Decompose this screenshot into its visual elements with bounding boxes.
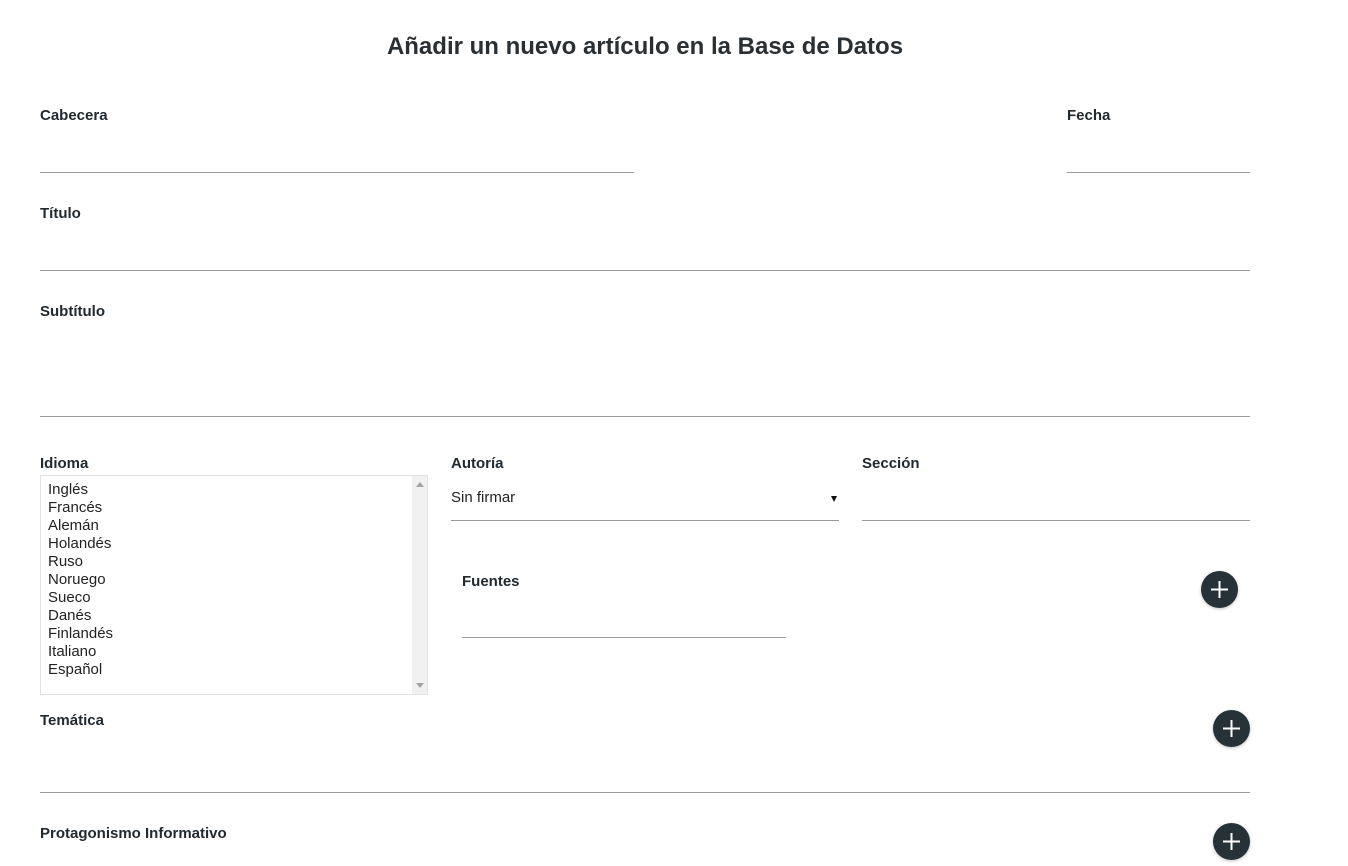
subtitulo-label: Subtítulo [40,303,105,320]
plus-icon [1223,833,1240,850]
seccion-label: Sección [862,455,920,472]
plus-icon [1223,720,1240,737]
tematica-input[interactable] [40,753,1250,793]
idioma-listbox[interactable]: Inglés Francés Alemán Holandés Ruso Noruego Su… [40,475,428,695]
scroll-down-icon[interactable] [416,683,424,688]
idioma-label: Idioma [40,455,89,472]
protagonismo-label: Protagonismo Informativo [40,825,227,842]
idioma-option[interactable]: Noruego [48,571,113,589]
idioma-option[interactable]: Alemán [48,517,113,535]
tematica-label: Temática [40,712,104,729]
idioma-option[interactable]: Inglés [48,481,113,499]
fuentes-input[interactable] [462,598,786,638]
idioma-option[interactable]: Sueco [48,589,113,607]
fuentes-label: Fuentes [462,573,520,590]
fecha-label: Fecha [1067,107,1111,124]
autoria-select[interactable]: Sin firmar [451,480,839,521]
titulo-input[interactable] [40,231,1250,271]
fecha-input[interactable] [1067,133,1250,173]
cabecera-input[interactable] [40,133,634,173]
page-title: Añadir un nuevo artículo en la Base de D… [386,33,904,60]
autoria-selected-value: Sin firmar [451,489,516,506]
idioma-option[interactable]: Español [48,661,113,679]
seccion-input[interactable] [862,481,1250,521]
caret-down-icon [831,496,837,502]
autoria-label: Autoría [451,455,504,472]
idioma-option[interactable]: Holandés [48,535,113,553]
plus-icon [1211,581,1228,598]
subtitulo-textarea[interactable] [40,329,1250,417]
idioma-option[interactable]: Finlandés [48,625,113,643]
idioma-option[interactable]: Ruso [48,553,113,571]
idioma-option[interactable]: Danés [48,607,113,625]
idioma-scrollbar[interactable] [412,476,427,694]
idioma-options: Inglés Francés Alemán Holandés Ruso Noruego Su… [48,481,113,679]
add-tematica-button[interactable] [1213,710,1250,747]
titulo-label: Título [40,205,81,222]
scroll-up-icon[interactable] [416,482,424,487]
cabecera-label: Cabecera [40,107,108,124]
idioma-option[interactable]: Francés [48,499,113,517]
add-article-form: Añadir un nuevo artículo en la Base de D… [0,0,1348,866]
add-protagonismo-button[interactable] [1213,823,1250,860]
idioma-option[interactable]: Italiano [48,643,113,661]
add-fuente-button[interactable] [1201,571,1238,608]
